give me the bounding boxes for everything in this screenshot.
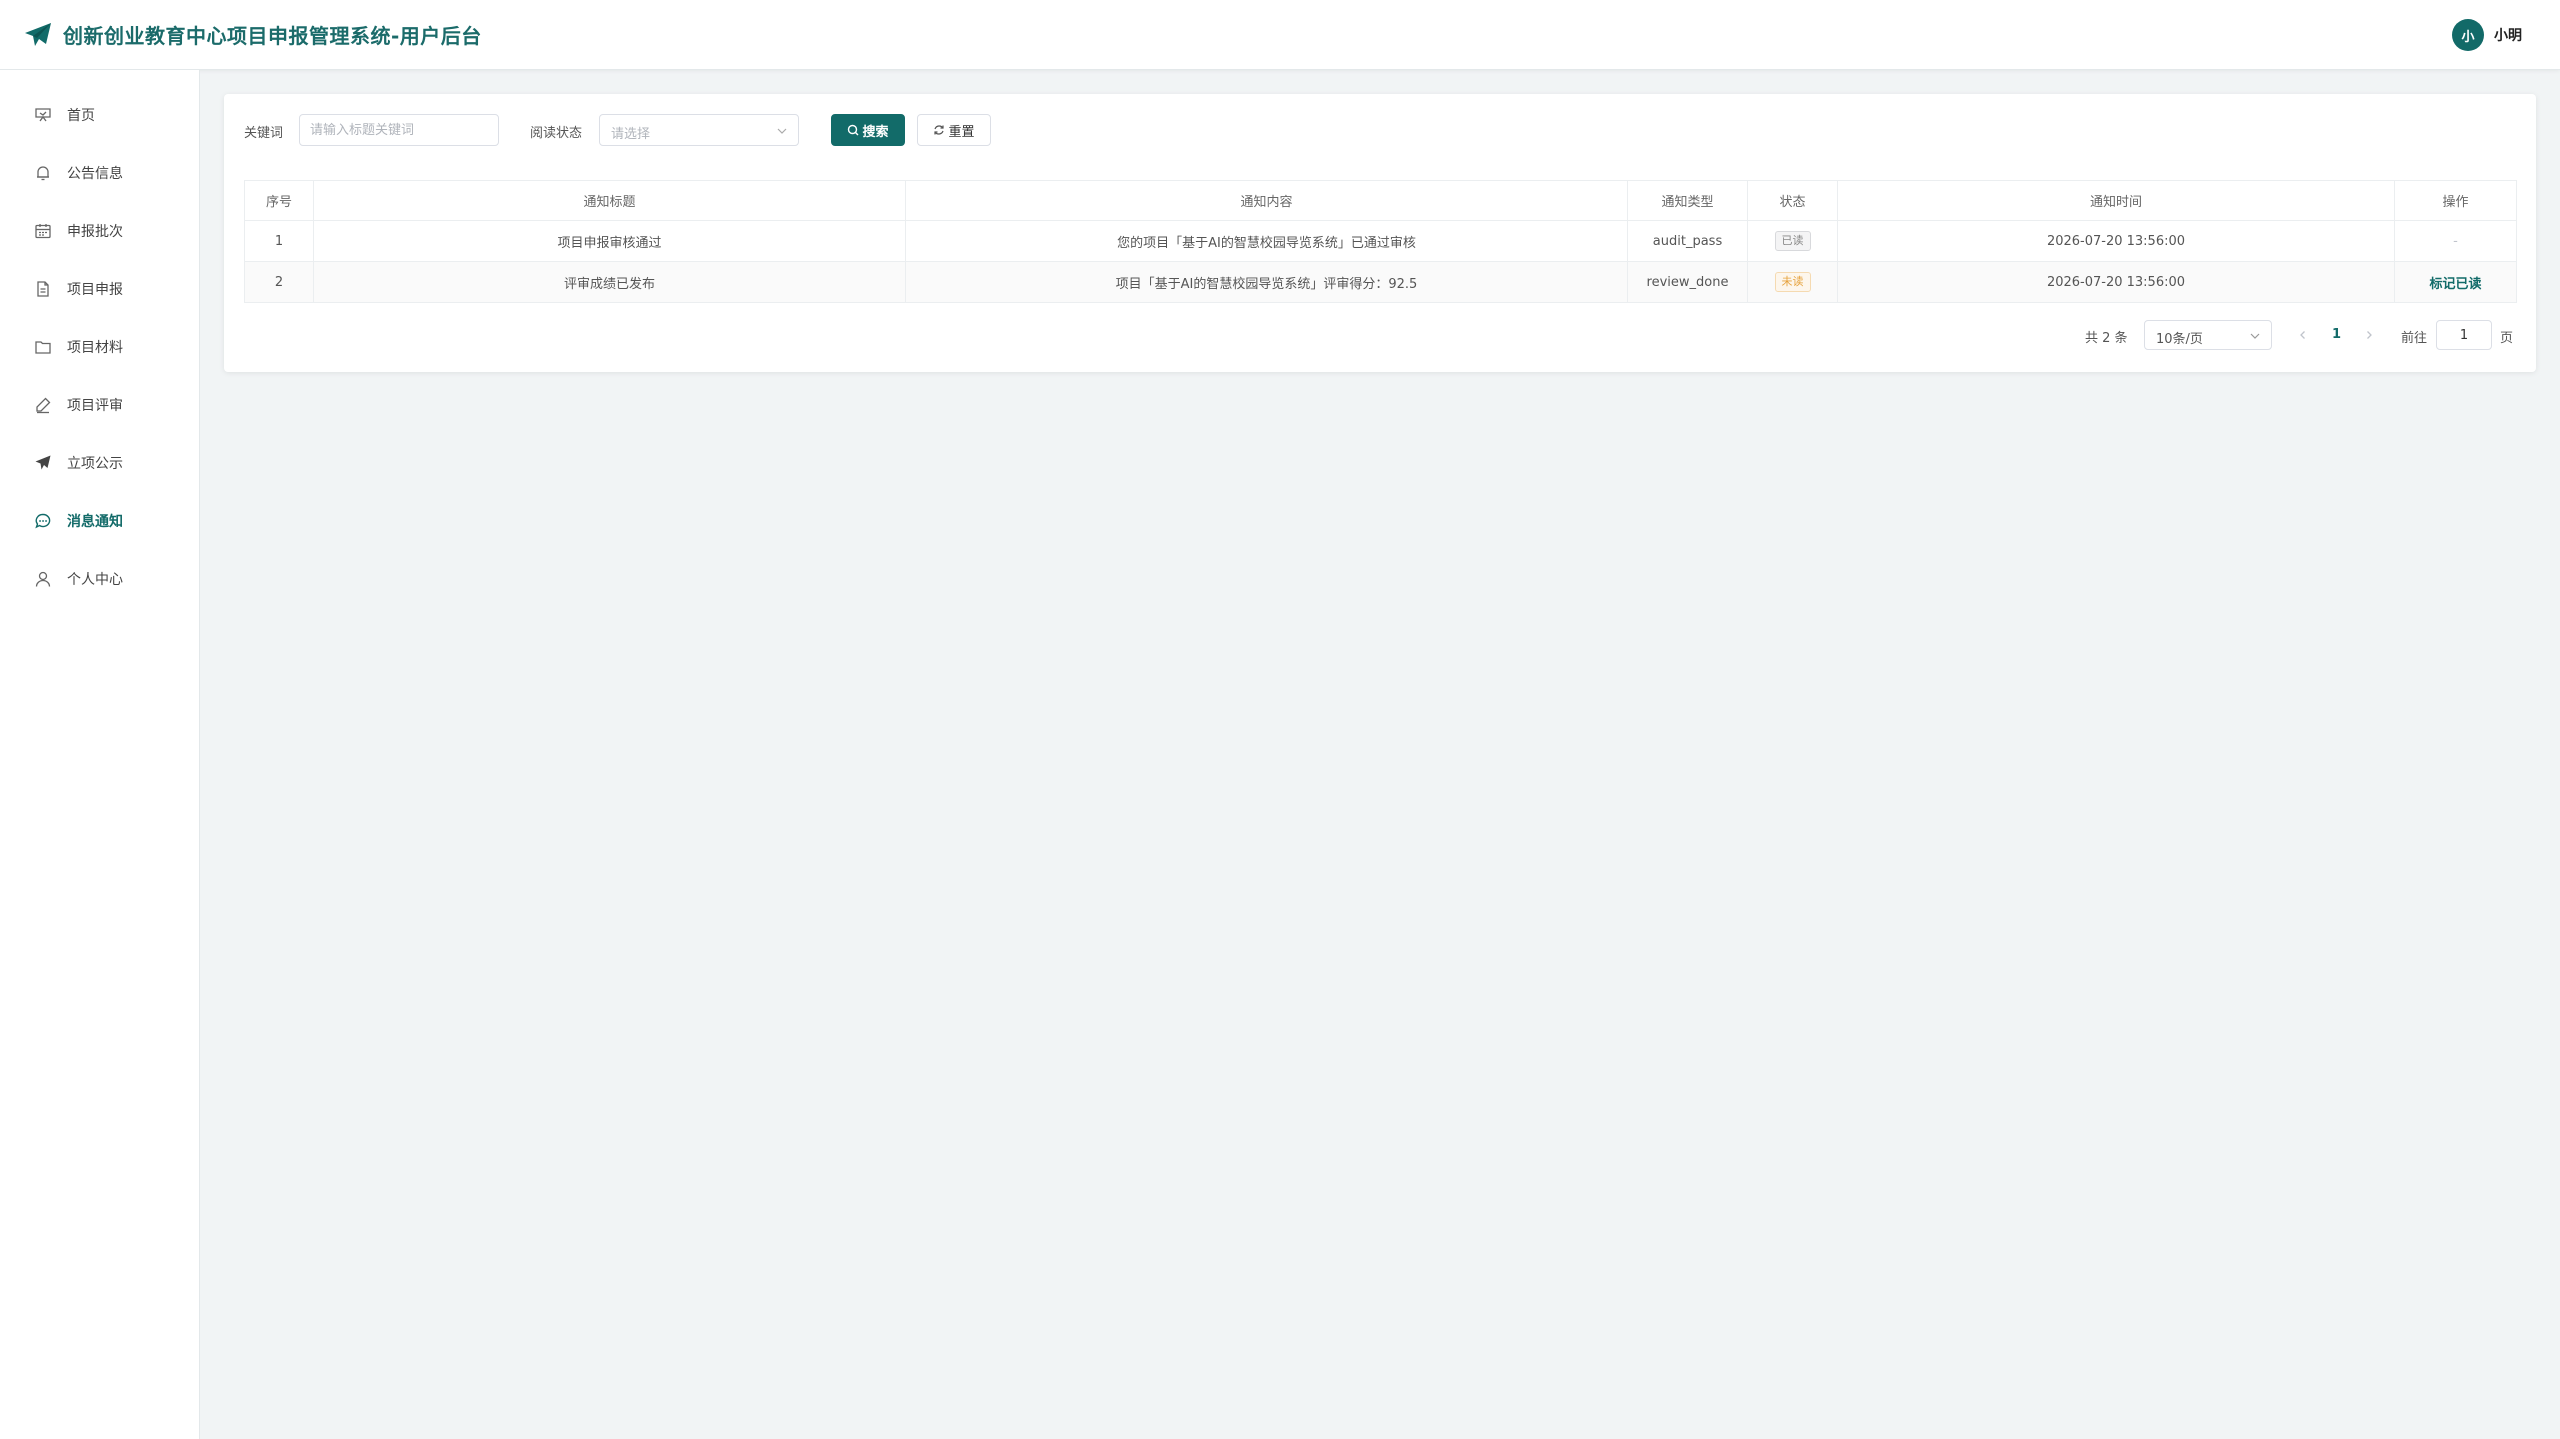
pen-icon xyxy=(36,397,51,414)
keyword-input[interactable] xyxy=(299,114,499,146)
column-header: 操作 xyxy=(2394,180,2517,221)
sidebar-item-messages[interactable]: 消息通知 xyxy=(0,496,200,546)
cell-index: 1 xyxy=(244,220,314,262)
cell-title: 评审成绩已发布 xyxy=(313,261,906,303)
sidebar-item-label: 项目评审 xyxy=(67,398,123,414)
home-icon xyxy=(35,108,51,122)
cell-index: 2 xyxy=(244,261,314,303)
read-status-placeholder: 请选择 xyxy=(611,127,651,142)
cell-type: review_done xyxy=(1627,261,1748,303)
sidebar-item-label: 项目材料 xyxy=(67,340,123,356)
status-badge: 已读 xyxy=(1774,231,1811,251)
message-icon xyxy=(35,513,51,529)
status-badge: 未读 xyxy=(1774,272,1811,292)
page-size-value: 10条/页 xyxy=(2156,332,2203,347)
page-suffix-label: 页 xyxy=(2500,331,2514,346)
reset-button[interactable]: 重置 xyxy=(917,114,991,146)
sidebar-item-profile[interactable]: 个人中心 xyxy=(0,554,200,604)
column-header: 通知标题 xyxy=(313,180,906,221)
column-header: 通知时间 xyxy=(1837,180,2395,221)
goto-page-input[interactable] xyxy=(2436,320,2492,350)
avatar[interactable]: 小 xyxy=(2452,19,2484,51)
sidebar-item-materials[interactable]: 项目材料 xyxy=(0,322,200,372)
document-icon xyxy=(37,281,49,297)
no-action-dash: - xyxy=(2453,233,2458,249)
table-row: 2 评审成绩已发布 项目「基于AI的智慧校园导览系统」评审得分：92.5 rev… xyxy=(244,261,2517,303)
search-button[interactable]: 搜索 xyxy=(831,114,905,146)
chevron-right-icon xyxy=(2367,331,2372,339)
top-header: 创新创业教育中心项目申报管理系统-用户后台 小 小明 xyxy=(0,0,2560,70)
cell-time: 2026-07-20 13:56:00 xyxy=(1837,261,2395,303)
keyword-label: 关键词 xyxy=(244,126,284,141)
column-header: 状态 xyxy=(1747,180,1838,221)
paper-plane-icon xyxy=(25,23,51,46)
calendar-icon xyxy=(35,224,51,239)
bell-icon xyxy=(37,166,49,181)
sidebar-item-label: 项目申报 xyxy=(67,282,123,298)
refresh-icon xyxy=(934,125,945,135)
sidebar-item-review[interactable]: 项目评审 xyxy=(0,380,200,430)
chevron-down-icon xyxy=(2250,333,2260,339)
cell-status: 未读 xyxy=(1747,261,1838,303)
user-menu[interactable]: 小 小明 xyxy=(2452,19,2522,51)
cell-content: 您的项目「基于AI的智慧校园导览系统」已通过审核 xyxy=(905,220,1628,262)
search-icon xyxy=(848,124,859,136)
sidebar-item-label: 立项公示 xyxy=(67,456,123,472)
cell-content: 项目「基于AI的智慧校园导览系统」评审得分：92.5 xyxy=(905,261,1628,303)
send-icon xyxy=(35,455,51,470)
cell-action: 标记已读 xyxy=(2394,261,2517,303)
table-header-row: 序号 通知标题 通知内容 通知类型 状态 通知时间 操作 xyxy=(244,180,2517,221)
column-header: 通知内容 xyxy=(905,180,1628,221)
column-header: 序号 xyxy=(244,180,314,221)
page-size-select[interactable]: 10条/页 xyxy=(2144,320,2272,350)
sidebar-item-home[interactable]: 首页 xyxy=(0,90,200,140)
cell-title: 项目申报审核通过 xyxy=(313,220,906,262)
sidebar-item-label: 首页 xyxy=(67,108,95,124)
reset-button-label: 重置 xyxy=(948,124,975,140)
goto-label: 前往 xyxy=(2401,331,2428,346)
sidebar: 首页 公告信息 申报批次 项目申报 项目材料 项目评审 立项公示 消息通知 个人… xyxy=(0,70,200,1439)
username[interactable]: 小明 xyxy=(2494,25,2522,45)
cell-type: audit_pass xyxy=(1627,220,1748,262)
sidebar-item-label: 个人中心 xyxy=(67,572,123,588)
folder-icon xyxy=(35,341,51,354)
read-status-select[interactable]: 请选择 xyxy=(599,114,799,146)
sidebar-item-batches[interactable]: 申报批次 xyxy=(0,206,200,256)
chevron-left-icon xyxy=(2300,331,2305,339)
notification-card: 关键词 阅读状态 请选择 搜索 重置 序号 通知标题 通知内容 通知类型 状态 … xyxy=(224,94,2536,372)
column-header: 通知类型 xyxy=(1627,180,1748,221)
prev-page-button[interactable] xyxy=(2288,320,2318,350)
sidebar-item-label: 公告信息 xyxy=(67,166,123,182)
search-button-label: 搜索 xyxy=(862,124,889,140)
sidebar-item-publicity[interactable]: 立项公示 xyxy=(0,438,200,488)
read-status-label: 阅读状态 xyxy=(530,126,583,141)
sidebar-item-label: 消息通知 xyxy=(67,514,123,530)
cell-time: 2026-07-20 13:56:00 xyxy=(1837,220,2395,262)
app-title: 创新创业教育中心项目申报管理系统-用户后台 xyxy=(63,24,482,48)
pagination-total: 共 2 条 xyxy=(2085,331,2128,346)
cell-action: - xyxy=(2394,220,2517,262)
sidebar-item-announcements[interactable]: 公告信息 xyxy=(0,148,200,198)
mark-read-link[interactable]: 标记已读 xyxy=(2429,277,2481,292)
cell-status: 已读 xyxy=(1747,220,1838,262)
chevron-down-icon xyxy=(777,128,787,134)
sidebar-item-project-apply[interactable]: 项目申报 xyxy=(0,264,200,314)
notification-table: 序号 通知标题 通知内容 通知类型 状态 通知时间 操作 1 项目申报审核通过 … xyxy=(244,180,2517,303)
sidebar-item-label: 申报批次 xyxy=(67,224,123,240)
table-row: 1 项目申报审核通过 您的项目「基于AI的智慧校园导览系统」已通过审核 audi… xyxy=(244,220,2517,262)
user-icon xyxy=(35,571,51,587)
page-number-current[interactable]: 1 xyxy=(2332,327,2341,342)
next-page-button[interactable] xyxy=(2354,320,2384,350)
